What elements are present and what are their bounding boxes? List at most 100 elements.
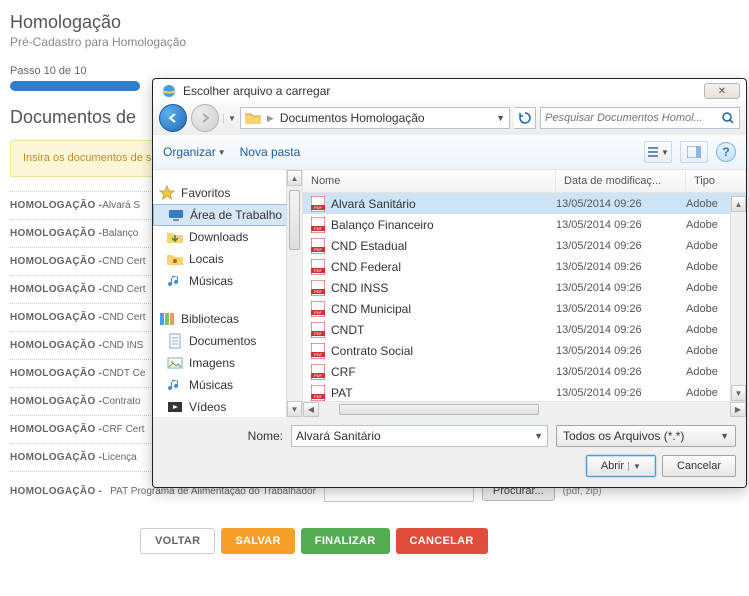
- back-button[interactable]: VOLTAR: [140, 528, 215, 554]
- view-mode-button[interactable]: ▼: [644, 141, 672, 163]
- file-row[interactable]: PDFCNDT13/05/2014 09:26Adobe: [303, 319, 746, 340]
- downloads-icon: [167, 229, 183, 245]
- page-title: Homologação: [10, 12, 739, 33]
- nav-history-dropdown[interactable]: ▼: [223, 114, 236, 123]
- file-name: CND Federal: [331, 260, 401, 274]
- doc-label: CNDT Ce: [102, 368, 145, 379]
- refresh-button[interactable]: [514, 107, 536, 129]
- pdf-icon: PDF: [311, 196, 325, 212]
- tree-downloads[interactable]: Downloads: [153, 226, 302, 248]
- file-row[interactable]: PDFCRF13/05/2014 09:26Adobe: [303, 361, 746, 382]
- file-filter-select[interactable]: Todos os Arquivos (*.*) ▼: [556, 425, 736, 447]
- file-name: CND Municipal: [331, 302, 411, 316]
- scroll-up-arrow[interactable]: ▲: [287, 170, 302, 186]
- file-row[interactable]: PDFCND Estadual13/05/2014 09:26Adobe: [303, 235, 746, 256]
- doc-label: CRF Cert: [102, 424, 144, 435]
- tree-music-fav[interactable]: Músicas: [153, 270, 302, 292]
- filename-field[interactable]: Alvará Sanitário ▼: [291, 425, 548, 447]
- scroll-down-arrow[interactable]: ▼: [731, 385, 746, 401]
- close-button[interactable]: ✕: [704, 83, 740, 99]
- help-button[interactable]: ?: [716, 142, 736, 162]
- nav-back-button[interactable]: [159, 104, 187, 132]
- file-name: Balanço Financeiro: [331, 218, 434, 232]
- save-button[interactable]: SALVAR: [221, 528, 294, 554]
- file-name: CNDT: [331, 323, 364, 337]
- breadcrumb-sep-icon: ▶: [267, 113, 274, 124]
- doc-prefix: HOMOLOGAÇÃO -: [10, 424, 102, 435]
- breadcrumb-dropdown-icon[interactable]: ▼: [496, 113, 505, 123]
- column-name[interactable]: Nome: [303, 170, 556, 192]
- file-date: 13/05/2014 09:26: [556, 387, 686, 399]
- scroll-thumb[interactable]: [339, 404, 539, 415]
- dialog-cancel-button[interactable]: Cancelar: [662, 455, 736, 477]
- file-row[interactable]: PDFCND Federal13/05/2014 09:26Adobe: [303, 256, 746, 277]
- file-date: 13/05/2014 09:26: [556, 240, 686, 252]
- tree-videos[interactable]: Vídeos: [153, 396, 302, 417]
- open-button[interactable]: Abrir ▼: [586, 455, 656, 477]
- chevron-down-icon: ▼: [218, 148, 226, 157]
- scroll-down-arrow[interactable]: ▼: [287, 401, 302, 417]
- doc-prefix: HOMOLOGAÇÃO -: [10, 228, 102, 239]
- file-date: 13/05/2014 09:26: [556, 282, 686, 294]
- svg-text:PDF: PDF: [314, 289, 323, 294]
- preview-pane-button[interactable]: [680, 141, 708, 163]
- scroll-up-arrow[interactable]: ▲: [731, 196, 746, 212]
- vertical-scrollbar[interactable]: ▲ ▼: [730, 196, 746, 401]
- new-folder-button[interactable]: Nova pasta: [240, 145, 301, 159]
- cancel-button[interactable]: CANCELAR: [396, 528, 488, 554]
- breadcrumb-folder[interactable]: Documentos Homologação: [280, 111, 425, 125]
- doc-label: Alvará S: [102, 200, 140, 211]
- scroll-left-arrow[interactable]: ◀: [303, 402, 319, 417]
- folder-tree: Favoritos Área de Trabalho Downloads Loc…: [153, 170, 303, 417]
- tree-favorites[interactable]: Favoritos: [153, 182, 302, 204]
- tree-pictures[interactable]: Imagens: [153, 352, 302, 374]
- folder-icon: [245, 111, 261, 125]
- file-row[interactable]: PDFCND Municipal13/05/2014 09:26Adobe: [303, 298, 746, 319]
- chevron-down-icon[interactable]: ▼: [720, 431, 729, 441]
- nav-forward-button[interactable]: [191, 104, 219, 132]
- tree-places[interactable]: Locais: [153, 248, 302, 270]
- file-name: CND INSS: [331, 281, 388, 295]
- star-icon: [159, 185, 175, 201]
- doc-prefix: HOMOLOGAÇÃO -: [10, 312, 102, 323]
- file-date: 13/05/2014 09:26: [556, 366, 686, 378]
- file-row[interactable]: PDFContrato Social13/05/2014 09:26Adobe: [303, 340, 746, 361]
- tree-libraries[interactable]: Bibliotecas: [153, 308, 302, 330]
- step-text: Passo 10 de 10: [10, 65, 739, 77]
- progress-bar: [10, 81, 140, 91]
- refresh-icon: [518, 111, 532, 125]
- pdf-icon: PDF: [311, 238, 325, 254]
- file-name: Contrato Social: [331, 344, 413, 358]
- svg-text:PDF: PDF: [314, 331, 323, 336]
- chevron-down-icon: ▼: [661, 148, 669, 157]
- pdf-icon: PDF: [311, 217, 325, 233]
- doc-label: Licença: [102, 452, 136, 463]
- file-row[interactable]: PDFBalanço Financeiro13/05/2014 09:26Ado…: [303, 214, 746, 235]
- open-dropdown-icon[interactable]: ▼: [628, 462, 641, 471]
- desktop-icon: [168, 207, 184, 223]
- column-type[interactable]: Tipo: [686, 170, 746, 192]
- file-row[interactable]: PDFAlvará Sanitário13/05/2014 09:26Adobe: [303, 193, 746, 214]
- tree-scrollbar[interactable]: ▲ ▼: [286, 170, 302, 417]
- search-box[interactable]: [540, 107, 740, 129]
- places-icon: [167, 251, 183, 267]
- chevron-down-icon[interactable]: ▼: [534, 431, 543, 441]
- search-icon: [721, 111, 735, 125]
- scroll-right-arrow[interactable]: ▶: [730, 402, 746, 417]
- address-bar[interactable]: ▶ Documentos Homologação ▼: [240, 107, 510, 129]
- file-date: 13/05/2014 09:26: [556, 345, 686, 357]
- tree-music[interactable]: Músicas: [153, 374, 302, 396]
- organize-menu[interactable]: Organizar ▼: [163, 145, 226, 159]
- search-input[interactable]: [545, 112, 717, 124]
- column-date[interactable]: Data de modificaç...: [556, 170, 686, 192]
- finalize-button[interactable]: FINALIZAR: [301, 528, 390, 554]
- page-subtitle: Pré-Cadastro para Homologação: [10, 35, 739, 49]
- tree-documents[interactable]: Documentos: [153, 330, 302, 352]
- scroll-thumb[interactable]: [289, 190, 300, 250]
- horizontal-scrollbar[interactable]: ◀ ▶: [303, 401, 746, 417]
- pdf-icon: PDF: [311, 301, 325, 317]
- tree-desktop[interactable]: Área de Trabalho: [153, 204, 302, 226]
- file-row[interactable]: PDFPAT13/05/2014 09:26Adobe: [303, 382, 746, 401]
- file-row[interactable]: PDFCND INSS13/05/2014 09:26Adobe: [303, 277, 746, 298]
- file-name: PAT: [331, 386, 353, 400]
